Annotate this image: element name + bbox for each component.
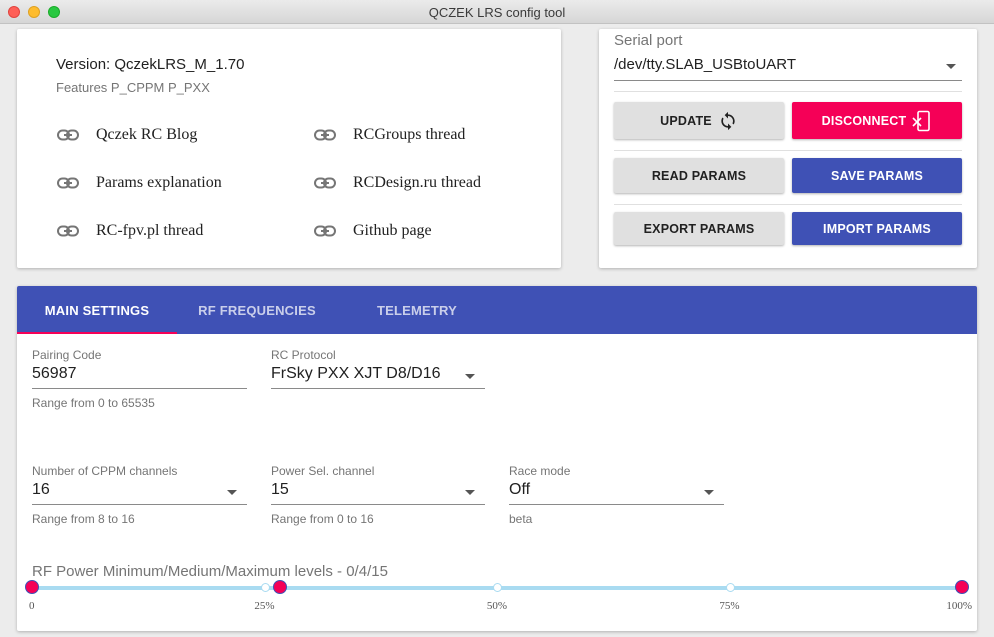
power-sel-channel-value: 15 — [271, 481, 289, 498]
link-label: Qczek RC Blog — [96, 126, 198, 143]
link-rcdesign[interactable]: RCDesign.ru thread — [314, 174, 481, 192]
power-sel-channel-help: Range from 0 to 16 — [271, 512, 374, 526]
disconnect-icon — [912, 110, 931, 131]
cppm-channels-label: Number of CPPM channels — [32, 464, 178, 478]
link-icon — [314, 225, 336, 237]
serial-port-label: Serial port — [614, 32, 683, 49]
dropdown-arrow-icon — [465, 490, 475, 495]
dropdown-arrow-icon — [227, 490, 237, 495]
cppm-channels-select[interactable]: 16 — [32, 478, 247, 505]
link-params-explanation[interactable]: Params explanation — [57, 174, 222, 192]
update-button[interactable]: UPDATE — [614, 102, 784, 139]
title-bar: QCZEK LRS config tool — [0, 0, 994, 24]
import-params-button[interactable]: IMPORT PARAMS — [792, 212, 962, 245]
rf-power-slider[interactable] — [25, 580, 969, 594]
rf-power-title: RF Power Minimum/Medium/Maximum levels -… — [32, 563, 388, 580]
link-rc-fpv[interactable]: RC-fpv.pl thread — [57, 222, 203, 240]
divider — [614, 150, 962, 151]
link-label: RCDesign.ru thread — [353, 174, 481, 191]
tab-bar: MAIN SETTINGS RF FREQUENCIES TELEMETRY — [17, 286, 977, 334]
read-params-button[interactable]: READ PARAMS — [614, 158, 784, 193]
cppm-channels-value: 16 — [32, 481, 50, 498]
link-icon — [314, 177, 336, 189]
slider-mark-label: 25% — [254, 600, 275, 612]
power-sel-channel-label: Power Sel. channel — [271, 464, 375, 478]
rc-protocol-label: RC Protocol — [271, 348, 336, 362]
refresh-icon — [721, 111, 735, 130]
dropdown-arrow-icon — [704, 490, 714, 495]
race-mode-label: Race mode — [509, 464, 571, 478]
link-label: Params explanation — [96, 174, 222, 191]
slider-mark-label: 0 — [29, 600, 35, 612]
link-github[interactable]: Github page — [314, 222, 432, 240]
disconnect-button[interactable]: DISCONNECT — [792, 102, 962, 139]
slider-tick — [725, 583, 735, 592]
dropdown-arrow-icon — [465, 374, 475, 379]
link-icon — [57, 177, 79, 189]
slider-tick — [260, 583, 270, 592]
features-text: Features P_CPPM P_PXX — [56, 80, 210, 95]
slider-tick — [493, 583, 502, 592]
rf-power-medium-thumb[interactable] — [273, 580, 287, 594]
window-title: QCZEK LRS config tool — [428, 5, 566, 20]
rf-power-min-thumb[interactable] — [25, 580, 39, 594]
link-icon — [57, 129, 79, 141]
serial-port-select[interactable]: /dev/tty.SLAB_USBtoUART — [614, 55, 962, 81]
serial-card: Serial port /dev/tty.SLAB_USBtoUART UPDA… — [599, 29, 977, 268]
version-text: Version: QczekLRS_M_1.70 — [56, 56, 245, 73]
pairing-code-value: 56987 — [32, 365, 77, 382]
tab-main-settings[interactable]: MAIN SETTINGS — [17, 286, 177, 334]
export-params-button[interactable]: EXPORT PARAMS — [614, 212, 784, 245]
power-sel-channel-select[interactable]: 15 — [271, 478, 485, 505]
link-icon — [314, 129, 336, 141]
race-mode-value: Off — [509, 481, 531, 498]
info-card: Version: QczekLRS_M_1.70 Features P_CPPM… — [17, 29, 561, 268]
link-rcgroups[interactable]: RCGroups thread — [314, 126, 465, 144]
dropdown-arrow-icon — [946, 64, 956, 69]
rc-protocol-select[interactable]: FrSky PXX XJT D8/D16 — [271, 362, 485, 389]
link-qczek-blog[interactable]: Qczek RC Blog — [57, 126, 197, 144]
link-icon — [57, 225, 79, 237]
serial-port-value: /dev/tty.SLAB_USBtoUART — [614, 56, 797, 73]
divider — [614, 91, 962, 92]
tab-rf-frequencies[interactable]: RF FREQUENCIES — [177, 286, 337, 334]
pairing-code-help: Range from 0 to 65535 — [32, 396, 155, 410]
rc-protocol-value: FrSky PXX XJT D8/D16 — [271, 365, 441, 382]
settings-card: MAIN SETTINGS RF FREQUENCIES TELEMETRY P… — [17, 286, 977, 631]
slider-mark-label: 50% — [486, 600, 508, 612]
divider — [614, 204, 962, 205]
slider-mark-label: 100% — [946, 600, 972, 612]
pairing-code-input[interactable]: 56987 — [32, 362, 247, 389]
tab-telemetry[interactable]: TELEMETRY — [337, 286, 497, 334]
race-mode-help: beta — [509, 512, 533, 526]
cppm-channels-help: Range from 8 to 16 — [32, 512, 135, 526]
disconnect-button-label: DISCONNECT — [821, 113, 907, 128]
link-label: RCGroups thread — [353, 126, 466, 143]
link-label: Github page — [353, 222, 432, 239]
slider-mark-label: 75% — [719, 600, 740, 612]
save-params-button[interactable]: SAVE PARAMS — [792, 158, 962, 193]
rf-power-max-thumb[interactable] — [955, 580, 969, 594]
link-label: RC-fpv.pl thread — [96, 222, 204, 239]
tab-indicator — [17, 332, 177, 334]
pairing-code-label: Pairing Code — [32, 348, 102, 362]
update-button-label: UPDATE — [660, 113, 712, 128]
race-mode-select[interactable]: Off — [509, 478, 724, 505]
